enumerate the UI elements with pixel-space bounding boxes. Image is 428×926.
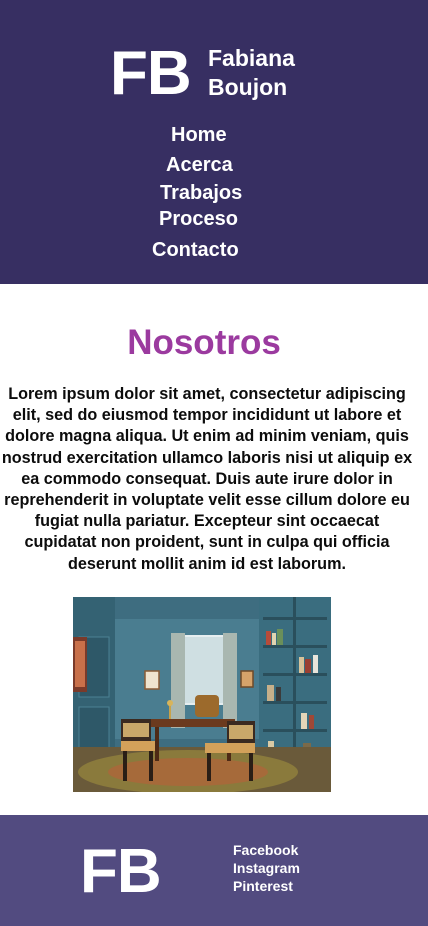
site-footer: FB Facebook Instagram Pinterest [0, 815, 428, 926]
social-link-facebook[interactable]: Facebook [233, 841, 298, 859]
about-paragraph: Lorem ipsum dolor sit amet, consectetur … [1, 385, 413, 573]
nav-item-acerca[interactable]: Acerca [166, 153, 233, 177]
nav-item-contacto[interactable]: Contacto [152, 238, 239, 262]
interior-photo [73, 597, 331, 792]
site-header: FB Fabiana Boujon Home Acerca Trabajos P… [0, 0, 428, 284]
nav-item-trabajos[interactable]: Trabajos [160, 181, 242, 205]
logo-name-first: Fabiana [208, 45, 295, 71]
social-link-pinterest[interactable]: Pinterest [233, 877, 293, 895]
section-title: Nosotros [127, 323, 281, 362]
logo-name-last: Boujon [208, 74, 288, 100]
nav-item-home[interactable]: Home [171, 123, 227, 147]
nav-item-proceso[interactable]: Proceso [159, 207, 238, 231]
study-room-illustration [73, 597, 331, 792]
header-logo-initials[interactable]: FB [110, 38, 192, 110]
footer-logo-initials[interactable]: FB [80, 837, 162, 907]
header-logo-name[interactable]: Fabiana Boujon [208, 44, 295, 102]
social-link-instagram[interactable]: Instagram [233, 859, 300, 877]
